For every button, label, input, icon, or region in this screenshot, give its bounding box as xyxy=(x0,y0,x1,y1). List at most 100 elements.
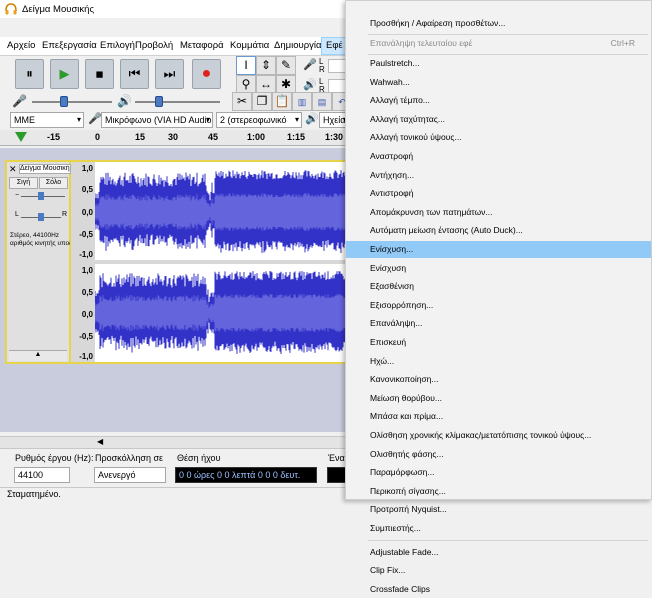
record-icon: ● xyxy=(201,65,212,82)
gain-thumb[interactable] xyxy=(38,192,44,200)
menu-generate[interactable]: Δημιουργία xyxy=(274,40,321,51)
audio-host-select[interactable]: MME xyxy=(10,112,84,128)
copy-button[interactable]: ❐ xyxy=(252,92,272,111)
effect-menu-item[interactable]: Απομάκρυνση των πατημάτων... xyxy=(346,204,651,221)
snap-to-label: Προσκόλληση σε xyxy=(95,453,164,463)
snap-to-select[interactable]: Ανενεργό xyxy=(94,467,166,483)
record-button[interactable]: ● xyxy=(192,59,221,89)
solo-button[interactable]: Σόλο xyxy=(39,177,68,189)
scale-label: -0,5 xyxy=(79,230,93,239)
audio-position-display[interactable]: 0 0 ώρες 0 0 λεπτά 0 0 0 δευτ. xyxy=(175,467,317,483)
playback-volume-slider[interactable] xyxy=(135,101,220,103)
effect-menu-item[interactable]: Αλλαγή τονικού ύψους... xyxy=(346,129,651,146)
menu-select[interactable]: Επιλογή xyxy=(100,40,135,51)
effect-menu-item[interactable]: Μπάσα και πρίμα... xyxy=(346,408,651,425)
effect-menu-item[interactable]: Ενίσχυση... xyxy=(346,241,651,258)
collapse-track-button[interactable]: ▲ xyxy=(9,350,67,361)
effect-menu-item[interactable]: Προτροπή Nyquist... xyxy=(346,501,651,518)
menu-effect[interactable]: Εφέ xyxy=(321,37,348,55)
envelope-tool[interactable]: ⇕ xyxy=(256,56,276,75)
horizontal-scrollbar[interactable]: ◀ xyxy=(0,436,350,448)
scissors-icon: ✂ xyxy=(236,94,248,108)
copy-icon: ❐ xyxy=(256,94,268,108)
repeat-last-effect-item[interactable]: Επανάληψη τελευταίου εφέ Ctrl+R xyxy=(346,35,651,52)
mute-button[interactable]: Σιγή xyxy=(9,177,38,189)
recording-device-select[interactable]: Μικρόφωνο (VIA HD Audio xyxy=(101,112,213,128)
timeline-ruler[interactable]: -15 0 15 30 45 1:00 1:15 1:30 xyxy=(0,130,350,146)
record-meter-mic-icon: 🎤 xyxy=(303,59,317,71)
effect-menu-item[interactable]: Συμπιεστής... xyxy=(346,520,651,537)
pan-r-label: R xyxy=(62,211,68,218)
effect-menu-item[interactable]: Επισκευή xyxy=(346,334,651,351)
play-button[interactable]: ▶ xyxy=(50,59,79,89)
track-close-icon[interactable]: ✕ xyxy=(9,164,17,175)
track-sample-format-info: αριθμός κινητής υποδιαστολής 32-bit xyxy=(10,240,70,247)
track-name-dropdown[interactable]: Δείγμα Μουσικής xyxy=(19,164,71,174)
effect-menu-item[interactable]: Αλλαγή τέμπο... xyxy=(346,92,651,109)
audio-position-label: Θέση ήχου xyxy=(177,453,221,463)
silence-button[interactable]: ▤ xyxy=(312,92,332,111)
effect-menu-item[interactable]: Εξασθένιση xyxy=(346,278,651,295)
effect-menu-item[interactable]: Παραμόρφωση... xyxy=(346,464,651,481)
play-head-triangle-icon xyxy=(15,132,27,142)
draw-tool[interactable]: ✎ xyxy=(276,56,296,75)
silence-icon: ▤ xyxy=(317,97,327,107)
mic-volume-icon: 🎤 xyxy=(12,94,27,108)
effect-menu-item[interactable]: Paulstretch... xyxy=(346,55,651,72)
effect-menu-item[interactable]: Ολίσθηση χρονικής κλίμακας/μετατόπισης τ… xyxy=(346,427,651,444)
ruler-tick: 0 xyxy=(95,132,101,142)
timeshift-icon: ↔ xyxy=(260,77,272,91)
effect-menu-item[interactable]: Αναστροφή xyxy=(346,148,651,165)
effect-menu-item[interactable]: Περικοπή σίγασης... xyxy=(346,483,651,500)
scroll-left-icon[interactable]: ◀ xyxy=(97,437,103,446)
effect-menu-item[interactable]: Wahwah... xyxy=(346,74,651,91)
menu-view[interactable]: Προβολή xyxy=(135,40,173,51)
effect-menu-item[interactable]: Μείωση θορύβου... xyxy=(346,390,651,407)
ruler-tick: 1:15 xyxy=(287,132,306,142)
menu-file[interactable]: Αρχείο xyxy=(7,40,35,51)
waveform-svg xyxy=(94,170,350,354)
ruler-tick: -15 xyxy=(47,132,61,142)
effect-menu-item[interactable]: Επανάληψη... xyxy=(346,315,651,332)
ruler-tick: 45 xyxy=(208,132,219,142)
play-icon: ▶ xyxy=(59,66,70,81)
effect-menu-item[interactable]: Ενίσχυση xyxy=(346,260,651,277)
effect-menu-item[interactable]: Clip Fix... xyxy=(346,562,651,579)
effect-menu-item[interactable]: Αντιστροφή xyxy=(346,185,651,202)
audacity-headphones-icon xyxy=(5,3,17,15)
add-remove-plugins-item[interactable]: Προσθήκη / Αφαίρεση προσθέτων... xyxy=(346,15,651,32)
trim-button[interactable]: ▥ xyxy=(292,92,312,111)
effect-menu-item[interactable]: Αυτόματη μείωση έντασης (Auto Duck)... xyxy=(346,222,651,239)
menu-edit[interactable]: Επεξεργασία xyxy=(42,40,97,51)
pan-thumb[interactable] xyxy=(38,213,44,221)
input-device-mic-icon: 🎤 xyxy=(88,113,102,125)
cut-button[interactable]: ✂ xyxy=(232,92,252,111)
effect-menu-item[interactable]: Crossfade Clips xyxy=(346,581,651,598)
project-rate-select[interactable]: 44100 xyxy=(14,467,70,483)
selection-tool[interactable]: I xyxy=(236,56,256,75)
skip-to-start-button[interactable]: ⏮ xyxy=(120,59,149,89)
skip-to-end-button[interactable]: ⏭ xyxy=(155,59,184,89)
effect-menu-item[interactable]: Adjustable Fade... xyxy=(346,544,651,561)
menu-tracks[interactable]: Κομμάτια xyxy=(230,40,269,51)
gain-minus-icon: − xyxy=(15,192,20,199)
asterisk-icon: ✱ xyxy=(280,77,292,91)
vertical-amplitude-scale[interactable]: 1,0 0,5 0,0 -0,5 -1,0 1,0 0,5 0,0 -0,5 -… xyxy=(71,160,95,364)
effect-menu-item[interactable]: Εξισορρόπηση... xyxy=(346,297,651,314)
stop-button[interactable]: ■ xyxy=(85,59,114,89)
status-bar: Σταματημένο. xyxy=(0,487,350,500)
pause-button[interactable]: ⏸ xyxy=(15,59,44,89)
menu-transport[interactable]: Μεταφορά xyxy=(180,40,224,51)
recording-channels-select[interactable]: 2 (στερεοφωνικό xyxy=(216,112,302,128)
record-volume-thumb[interactable] xyxy=(60,96,68,107)
effect-menu-item[interactable]: Κανονικοποίηση... xyxy=(346,371,651,388)
playback-volume-thumb[interactable] xyxy=(155,96,163,107)
record-volume-slider[interactable] xyxy=(32,101,112,103)
effect-menu-item[interactable]: Αλλαγή ταχύτητας... xyxy=(346,111,651,128)
effect-menu-item[interactable]: Ολισθητής φάσης... xyxy=(346,446,651,463)
waveform-display[interactable] xyxy=(94,160,350,364)
track-control-panel[interactable]: ✕ Δείγμα Μουσικής Σιγή Σόλο − L R Στέρεο… xyxy=(5,160,71,364)
paste-button[interactable]: 📋 xyxy=(272,92,292,111)
effect-menu-item[interactable]: Αντήχηση... xyxy=(346,167,651,184)
effect-menu-item[interactable]: Ηχώ... xyxy=(346,353,651,370)
